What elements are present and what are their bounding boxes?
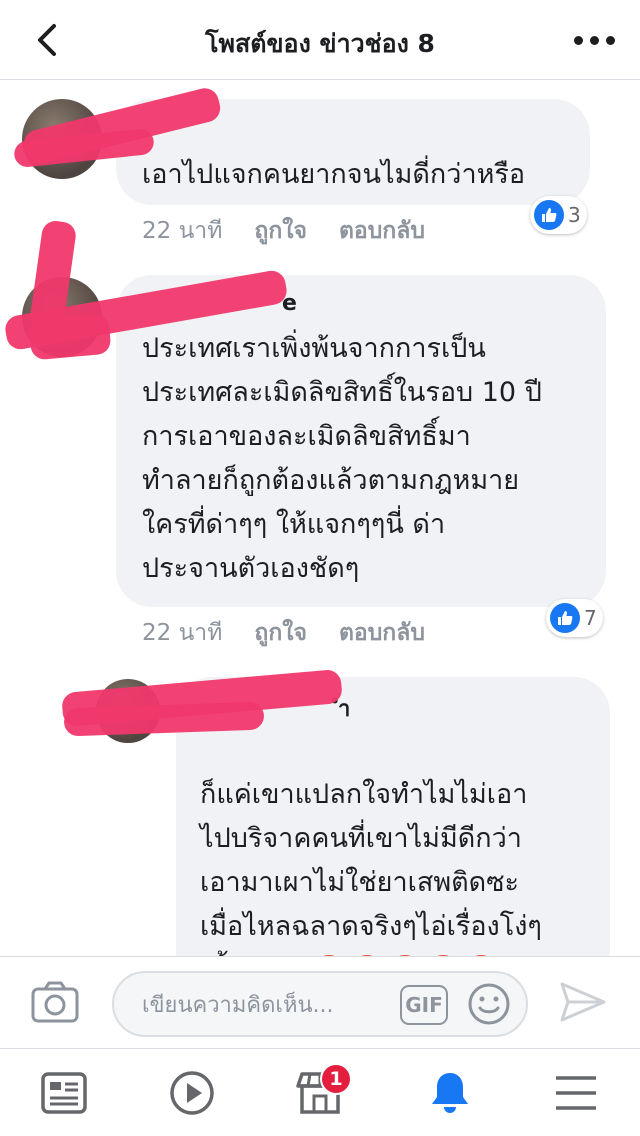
like-icon — [550, 603, 580, 633]
reaction-count: 7 — [584, 606, 597, 630]
camera-button[interactable] — [30, 979, 80, 1025]
top-bar: โพสต์ของ ข่าวช่อง 8 — [0, 0, 640, 80]
tab-menu[interactable] — [548, 1067, 604, 1119]
comment-text: ประเทศเราเพิ่งพ้นจากการเป็น ประเทศละเมิด… — [142, 333, 542, 584]
chevron-left-icon — [38, 24, 56, 56]
sticker-button[interactable] — [466, 981, 512, 1027]
comments-list: เอาไปแจกคนยากจนไมดี่กว่าหรือ 22 นาที ถูก… — [0, 81, 640, 956]
reaction-summary[interactable]: 3 — [530, 196, 587, 234]
send-icon — [560, 982, 606, 1022]
comment-time: 22 นาที — [142, 218, 223, 244]
reaction-count: 3 — [568, 203, 581, 227]
send-button[interactable] — [558, 979, 608, 1025]
like-link[interactable]: ถูกใจ — [254, 213, 307, 249]
page-title: โพสต์ของ ข่าวช่อง 8 — [205, 29, 435, 58]
like-link[interactable]: ถูกใจ — [254, 615, 307, 651]
comment-actions: 22 นาที ถูกใจ ตอบกลับ — [142, 213, 425, 249]
reaction-summary[interactable]: 7 — [546, 599, 603, 637]
back-button[interactable] — [26, 20, 66, 60]
comment-actions: 22 นาที ถูกใจ ตอบกลับ — [142, 615, 425, 651]
tab-notifications[interactable] — [422, 1067, 478, 1119]
reply-link[interactable]: ตอบกลับ — [339, 615, 425, 651]
tab-news-feed[interactable] — [36, 1067, 92, 1119]
reply-link[interactable]: ตอบกลับ — [339, 213, 425, 249]
like-icon — [534, 200, 564, 230]
comment-input[interactable] — [142, 985, 392, 1025]
more-dots-icon — [573, 35, 583, 45]
comment-time: 22 นาที — [142, 620, 223, 646]
video-icon — [170, 1071, 214, 1115]
redaction-mark — [28, 313, 112, 361]
news-feed-icon — [41, 1072, 87, 1114]
comment-input-container[interactable]: GIF — [112, 971, 528, 1037]
tab-marketplace[interactable]: 1 — [292, 1063, 352, 1119]
menu-icon — [556, 1076, 596, 1110]
more-options-button[interactable] — [570, 22, 618, 58]
comment-text-body: ก็แค่เขาแปลกใจทำไมไม่เอา ไปบริจาคคนที่เข… — [200, 779, 542, 956]
bell-icon — [432, 1073, 468, 1113]
tab-watch[interactable] — [164, 1067, 220, 1119]
camera-icon — [31, 981, 79, 1023]
comment-text: ก็แค่เขาแปลกใจทำไมไม่เอา ไปบริจาคคนที่เข… — [200, 729, 542, 956]
comment-composer: GIF — [0, 956, 640, 1048]
bottom-tab-bar: 1 — [0, 1048, 640, 1136]
comment-text: เอาไปแจกคนยากจนไมดี่กว่าหรือ — [142, 159, 526, 190]
notification-badge: 1 — [320, 1063, 352, 1095]
smiley-icon — [468, 983, 510, 1025]
gif-button[interactable]: GIF — [400, 985, 448, 1025]
gif-label: GIF — [405, 993, 443, 1017]
